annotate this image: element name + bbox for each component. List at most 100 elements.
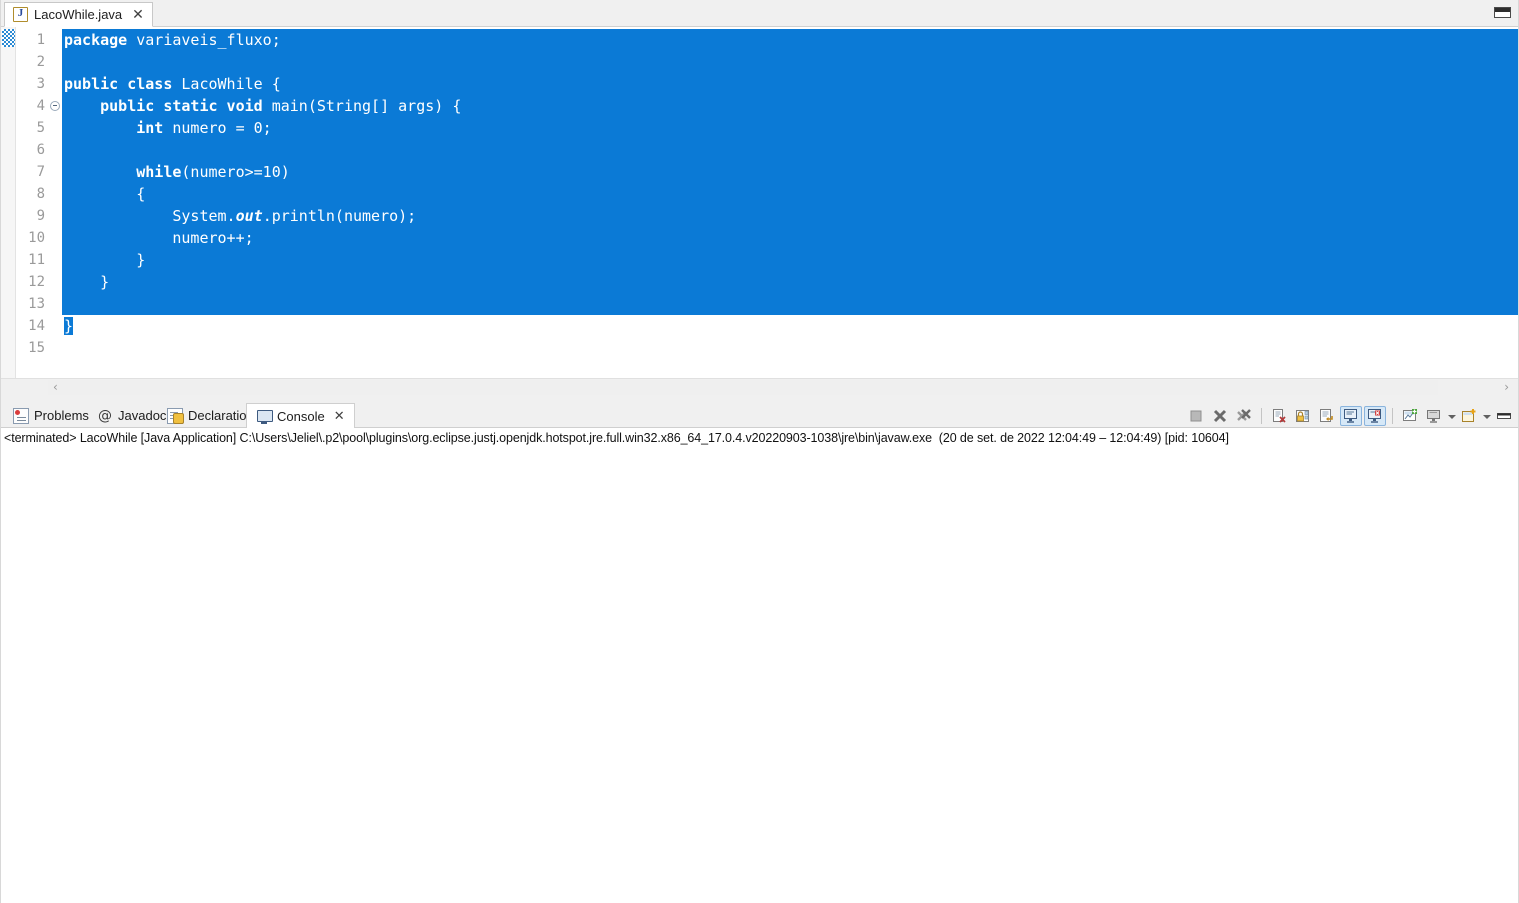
code-line [62,51,1519,73]
console-view: Problems @ Javadoc Declaration Console ✕ [0,403,1519,903]
code-token: out [235,207,263,225]
line-number: 4 [16,95,60,117]
line-number: 8 [36,186,45,202]
eclipse-ide-window: LacoWhile.java ✕ 123456789101112131415 p… [0,0,1519,903]
line-number: 1 [36,32,45,48]
line-number: 3 [36,76,45,92]
code-line: while(numero>=10) [62,161,1519,183]
code-token: } [64,317,74,335]
code-token: numero = 0; [163,119,272,137]
editor-tab-label: LacoWhile.java [34,7,123,22]
console-toolbar [1185,405,1515,427]
line-number: 2 [36,54,45,70]
close-icon[interactable]: ✕ [128,8,144,22]
code-line: public static void main(String[] args) { [62,95,1519,117]
scroll-left-icon[interactable]: ‹ [53,381,58,394]
show-console-on-output-button[interactable] [1340,406,1362,426]
code-token: { [64,185,146,203]
code-line: System.out.println(numero); [62,205,1519,227]
code-line: public class LacoWhile { [62,73,1519,95]
code-token: } [64,251,146,269]
code-token: int [136,119,164,137]
code-token: public class [64,75,173,93]
code-line [62,139,1519,161]
line-number: 11 [28,252,45,268]
terminate-button[interactable] [1185,406,1207,426]
tab-declaration-label: Declaration [188,408,254,423]
java-editor: LacoWhile.java ✕ 123456789101112131415 p… [0,0,1519,400]
editor-tab-bar: LacoWhile.java ✕ [0,0,1519,27]
line-number: 13 [28,296,45,312]
word-wrap-button[interactable] [1316,406,1338,426]
line-number: 9 [36,208,45,224]
code-line: { [62,183,1519,205]
code-line [62,293,1519,315]
code-token: variaveis_fluxo; [127,31,281,49]
console-terminated-line: <terminated> LacoWhile [Java Application… [4,431,1229,445]
code-text-area[interactable]: package variaveis_fluxo; public class La… [62,27,1519,378]
scroll-lock-button[interactable] [1292,406,1314,426]
remove-launch-button[interactable] [1209,406,1231,426]
code-token: package [64,31,128,49]
editor-horizontal-scrollbar[interactable]: ‹ › [0,378,1519,396]
code-token: System. [64,207,236,225]
code-line: numero++; [62,227,1519,249]
line-number: 15 [28,340,45,356]
open-console-button[interactable] [1458,406,1480,426]
remove-all-terminated-button[interactable] [1233,406,1255,426]
line-number: 10 [28,230,45,246]
code-line: package variaveis_fluxo; [62,29,1519,51]
code-token: LacoWhile { [172,75,281,93]
code-token: public static void [100,97,263,115]
folding-column[interactable] [48,27,62,378]
toolbar-separator [1392,408,1393,424]
editor-tab-lacowhile[interactable]: LacoWhile.java ✕ [4,2,153,27]
line-number: 12 [28,274,45,290]
tab-console[interactable]: Console ✕ [246,403,355,428]
code-token: .println(numero); [262,207,417,225]
display-selected-console-button[interactable] [1423,406,1445,426]
pin-console-button[interactable] [1399,406,1421,426]
code-token: while [136,163,182,181]
code-region: 1 2 3 4 5 6 7 8 9 10 11 12 13 14 15 package variaveis_… [0,27,1519,378]
problems-icon [13,407,29,424]
line-number: 6 [36,142,45,158]
code-token: numero++; [64,229,254,247]
tab-console-label: Console [277,408,325,424]
minimize-view-button[interactable] [1493,406,1515,426]
close-icon[interactable]: ✕ [330,409,345,424]
fold-collapse-icon[interactable] [50,101,60,111]
at-icon: @ [98,407,112,424]
code-line: } [62,249,1519,271]
line-number: 7 [36,164,45,180]
annotation-ruler[interactable] [0,27,16,378]
scroll-right-icon[interactable]: › [1504,381,1509,394]
code-line: int numero = 0; [62,117,1519,139]
console-output-area[interactable]: <terminated> LacoWhile [Java Application… [0,428,1519,903]
line-number: 5 [36,120,45,136]
chevron-down-icon[interactable] [1447,406,1456,426]
sash-divider[interactable] [0,396,1519,403]
chevron-down-icon[interactable] [1482,406,1491,426]
tab-problems-label: Problems [34,408,89,423]
minimize-editor-icon[interactable] [1494,7,1511,18]
code-token: (numero>=10) [181,163,290,181]
clear-console-button[interactable] [1268,406,1290,426]
toolbar-separator [1261,408,1262,424]
line-number: 14 [28,318,45,334]
tab-problems[interactable]: Problems [4,403,98,428]
console-icon [256,408,273,424]
show-console-on-error-button[interactable] [1364,406,1386,426]
code-line: } [62,271,1519,293]
code-token: main(String[] args) { [262,97,462,115]
occurrence-marker-icon [2,29,15,47]
console-tab-bar: Problems @ Javadoc Declaration Console ✕ [0,403,1519,428]
code-token: } [64,273,110,291]
line-number-gutter: 1 2 3 4 5 6 7 8 9 10 11 12 13 14 15 [16,27,60,378]
declaration-icon [167,407,184,424]
scrollbar-thumb[interactable] [48,380,1438,395]
